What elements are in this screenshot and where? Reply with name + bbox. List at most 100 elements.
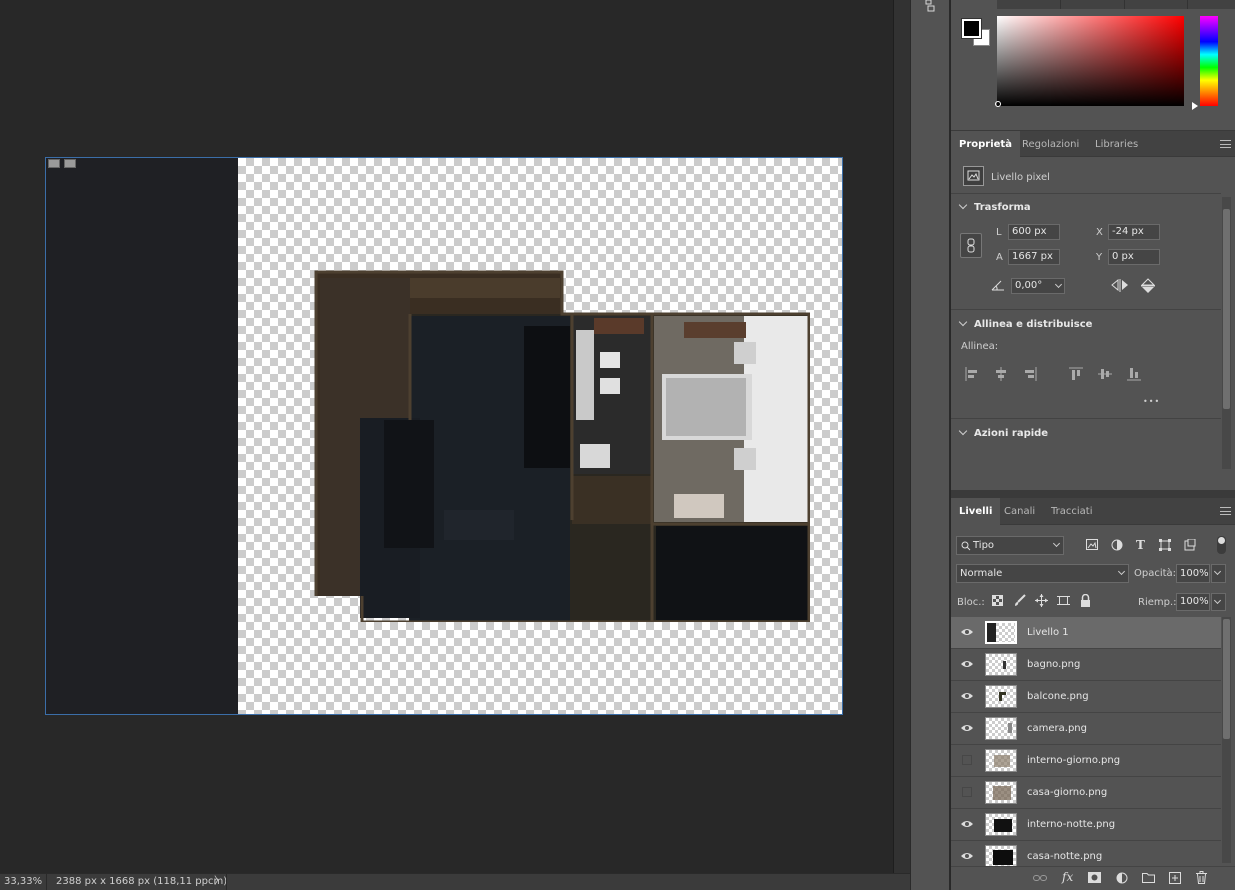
adjustment-icon[interactable] <box>1116 872 1128 887</box>
width-label: L <box>996 227 1002 238</box>
layer-type-label: Livello pixel <box>991 172 1050 183</box>
layer-name[interactable]: casa-notte.png <box>1027 851 1102 862</box>
align-center-h-icon[interactable] <box>994 367 1008 384</box>
eye-icon[interactable] <box>961 724 973 732</box>
layer-row[interactable]: bagno.png <box>951 649 1221 681</box>
align-left-icon[interactable] <box>965 367 979 384</box>
hue-slider[interactable] <box>1200 16 1218 106</box>
layer-row[interactable]: casa-giorno.png <box>951 777 1221 809</box>
canvas-area[interactable] <box>0 0 893 873</box>
layer-row[interactable]: interno-giorno.png <box>951 745 1221 777</box>
layer-name[interactable]: balcone.png <box>1027 691 1089 702</box>
angle-icon <box>991 279 1005 291</box>
color-picker-cursor[interactable] <box>995 101 1001 107</box>
fx-icon[interactable]: fx <box>1062 870 1073 884</box>
filter-smart-object-icon[interactable] <box>1184 538 1196 554</box>
eye-icon[interactable] <box>961 660 973 668</box>
flip-vertical-icon[interactable] <box>1140 278 1156 294</box>
layer-row[interactable]: balcone.png <box>951 681 1221 713</box>
filter-adjustment-icon[interactable] <box>1111 539 1123 554</box>
eye-icon[interactable] <box>961 628 973 636</box>
color-picker-field[interactable] <box>995 16 1184 107</box>
lock-brush-icon[interactable] <box>1014 594 1026 610</box>
eye-icon[interactable] <box>961 820 973 828</box>
layers-scroll-thumb[interactable] <box>1223 619 1230 739</box>
width-field[interactable]: 600 px <box>1008 224 1060 240</box>
document-canvas[interactable] <box>45 157 843 715</box>
lock-move-icon[interactable] <box>1035 594 1048 610</box>
layers-scrollbar[interactable] <box>1222 617 1231 863</box>
align-section-title[interactable]: Allinea e distribuisce <box>958 317 1092 330</box>
tab-layers[interactable]: Livelli <box>951 498 1001 525</box>
panel-divider[interactable] <box>893 0 910 873</box>
zoom-level[interactable]: 33,33% <box>4 874 42 890</box>
layer-row[interactable]: Livello 1 <box>951 617 1221 649</box>
lock-artboard-icon[interactable] <box>1057 594 1070 610</box>
align-top-icon[interactable] <box>1069 367 1083 384</box>
filter-toggle[interactable] <box>1217 536 1226 554</box>
color-tab-strip <box>997 0 1235 9</box>
foreground-color-swatch[interactable] <box>961 18 982 39</box>
opacity-field[interactable]: 100% <box>1176 564 1210 583</box>
opacity-dropdown[interactable] <box>1211 564 1226 583</box>
folder-icon[interactable] <box>1142 872 1155 886</box>
filter-pixel-icon[interactable] <box>1086 539 1098 553</box>
align-label: Allinea: <box>961 341 999 352</box>
link-icon[interactable] <box>1033 874 1047 885</box>
x-field[interactable]: -24 px <box>1108 224 1160 240</box>
transform-section-title[interactable]: Trasforma <box>958 200 1031 213</box>
y-field[interactable]: 0 px <box>1108 249 1160 265</box>
layer-name[interactable]: interno-notte.png <box>1027 819 1115 830</box>
align-right-icon[interactable] <box>1023 367 1037 384</box>
link-proportions-button[interactable] <box>960 233 982 258</box>
trash-icon[interactable] <box>1196 871 1207 887</box>
properties-scrollbar[interactable] <box>1222 197 1231 469</box>
fill-field[interactable]: 100% <box>1176 593 1210 611</box>
tab-properties[interactable]: Proprietà <box>951 131 1020 158</box>
properties-panel-icon[interactable] <box>925 0 937 12</box>
more-options-icon[interactable]: ••• <box>1143 397 1160 406</box>
chevron-down-icon <box>958 426 968 436</box>
hue-slider-handle[interactable] <box>1192 102 1198 110</box>
tab-channels[interactable]: Canali <box>996 498 1043 525</box>
layer-name[interactable]: casa-giorno.png <box>1027 787 1107 798</box>
blend-mode-select[interactable]: Normale <box>956 564 1129 583</box>
document-info[interactable]: 2388 px x 1668 px (118,11 ppcm) <box>56 874 227 890</box>
layers-list: Livello 1 bagno.png balcone.png camera.p… <box>951 617 1221 873</box>
layer-badge-icon <box>48 159 60 168</box>
layer-name[interactable]: interno-giorno.png <box>1027 755 1120 766</box>
flip-horizontal-icon[interactable] <box>1111 278 1129 292</box>
layer-filter-select[interactable]: Tipo <box>956 536 1064 555</box>
eye-icon[interactable] <box>961 692 973 700</box>
properties-scroll-thumb[interactable] <box>1223 209 1230 409</box>
filter-type-icon[interactable]: T <box>1136 538 1145 552</box>
layer-thumbnail <box>985 781 1017 804</box>
angle-field[interactable]: 0,00° <box>1011 278 1065 294</box>
status-menu-arrow[interactable]: 〉 <box>214 874 224 890</box>
layer-name[interactable]: camera.png <box>1027 723 1087 734</box>
fill-dropdown[interactable] <box>1211 593 1226 611</box>
lock-all-icon[interactable] <box>1080 593 1091 610</box>
chevron-down-icon <box>958 317 968 327</box>
tab-libraries[interactable]: Libraries <box>1087 131 1146 158</box>
align-bottom-icon[interactable] <box>1127 367 1141 384</box>
align-center-v-icon[interactable] <box>1098 367 1112 384</box>
visibility-toggle[interactable] <box>962 787 972 797</box>
quick-actions-section-title[interactable]: Azioni rapide <box>958 426 1048 439</box>
layers-menu-icon[interactable] <box>1220 507 1231 515</box>
panel-menu-icon[interactable] <box>1220 140 1231 148</box>
height-field[interactable]: 1667 px <box>1008 249 1060 265</box>
visibility-toggle[interactable] <box>962 755 972 765</box>
tab-adjustments[interactable]: Regolazioni <box>1014 131 1087 158</box>
layer-row[interactable]: interno-notte.png <box>951 809 1221 841</box>
layer-row[interactable]: camera.png <box>951 713 1221 745</box>
new-layer-icon[interactable] <box>1169 872 1181 887</box>
layer-name[interactable]: Livello 1 <box>1027 627 1069 638</box>
filter-shape-icon[interactable] <box>1159 539 1171 554</box>
mask-icon[interactable] <box>1088 872 1101 886</box>
lock-transparent-icon[interactable] <box>992 595 1003 609</box>
tab-paths[interactable]: Tracciati <box>1043 498 1100 525</box>
layer-name[interactable]: bagno.png <box>1027 659 1080 670</box>
eye-icon[interactable] <box>961 852 973 860</box>
collapsed-panels-column <box>910 0 950 890</box>
